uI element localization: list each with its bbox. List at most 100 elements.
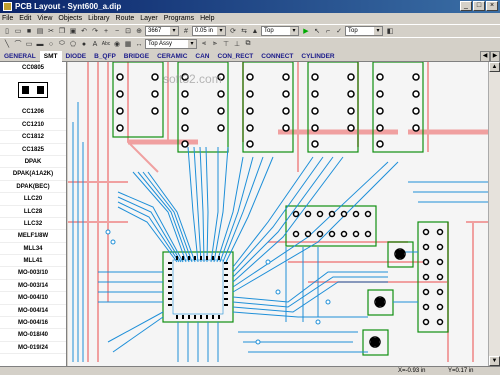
window-title: PCB Layout - Synt600_a.dip [15,2,122,11]
tab-cylinder[interactable]: CYLINDER [297,51,338,62]
align-right-icon[interactable]: ⫸ [210,39,220,49]
fill-icon[interactable]: ▦ [123,39,133,49]
menu-route[interactable]: Route [116,15,135,22]
menu-view[interactable]: View [37,15,52,22]
package-item[interactable]: MO-004/10 [0,292,66,305]
package-item[interactable]: DPAK(A1A2K) [0,168,66,181]
zoom-area-icon[interactable]: ⊕ [134,26,144,36]
align-left-icon[interactable]: ⫷ [199,39,209,49]
undo-icon[interactable]: ↶ [79,26,89,36]
grid-combo[interactable]: 0.05 in [192,26,226,36]
line-icon[interactable]: ╲ [2,39,12,49]
tab-general[interactable]: GENERAL [0,51,40,62]
package-item[interactable]: DPAK [0,156,66,169]
menu-library[interactable]: Library [88,15,109,22]
zoom-fit-icon[interactable]: ⊡ [123,26,133,36]
assy-combo[interactable]: Top Assy [145,39,197,49]
package-item[interactable]: MO-018/40 [0,329,66,342]
pointer-icon[interactable]: ↖ [312,26,322,36]
menu-layer[interactable]: Layer [140,15,158,22]
scroll-up-icon[interactable]: ▲ [489,62,500,72]
circle-icon[interactable]: ○ [46,39,56,49]
maximize-button[interactable]: □ [473,1,485,11]
group-icon[interactable]: ⧉ [243,39,253,49]
route-icon[interactable]: ⌐ [323,26,333,36]
pcb-drawing: soft32.com [68,62,488,362]
package-list: CC0805 CC1206 CC1210 CC1812 CC1825 DPAK … [0,62,67,366]
close-button[interactable]: × [486,1,498,11]
menu-help[interactable]: Help [200,15,214,22]
package-item[interactable]: CC1210 [0,119,66,132]
menu-objects[interactable]: Objects [58,15,82,22]
arc-icon[interactable]: ⌒ [13,39,23,49]
tab-ceramic[interactable]: CERAMIC [153,51,191,62]
package-item[interactable]: MO-003/14 [0,280,66,293]
open-icon[interactable]: ▭ [13,26,23,36]
select-icon[interactable]: ▲ [250,26,260,36]
print-icon[interactable]: ▤ [35,26,45,36]
package-item[interactable]: CC1825 [0,144,66,156]
tab-scroll-left-icon[interactable]: ◀ [480,51,490,62]
drc-icon[interactable]: ✓ [334,26,344,36]
rect-icon[interactable]: ▭ [24,39,34,49]
new-icon[interactable]: ▯ [2,26,12,36]
redo-icon[interactable]: ↷ [90,26,100,36]
grid-icon[interactable]: # [181,26,191,36]
tab-diode[interactable]: DIODE [62,51,91,62]
color-icon[interactable]: ◧ [385,26,395,36]
package-item[interactable]: MO-019/24 [0,342,66,355]
text-abc-icon[interactable]: Abc [101,39,111,49]
layer2-combo[interactable]: Top [345,26,383,36]
package-item[interactable]: MELF1/8W [0,230,66,243]
polygon-icon[interactable]: ⬠ [68,39,78,49]
rotate-icon[interactable]: ⟳ [228,26,238,36]
dimension-icon[interactable]: ↔ [134,39,144,49]
status-y-coordinate: Y=0.17 in [448,368,474,374]
tab-bridge[interactable]: BRIDGE [120,51,153,62]
minimize-button[interactable]: _ [460,1,472,11]
menu-edit[interactable]: Edit [19,15,31,22]
pcb-canvas[interactable]: soft32.com [68,62,488,366]
package-item[interactable]: CC1812 [0,131,66,144]
package-item[interactable]: LLC28 [0,206,66,218]
paste-icon[interactable]: ▣ [68,26,78,36]
package-item[interactable]: LLC32 [0,218,66,231]
status-x-coordinate: X=-0.93 in [398,368,426,374]
copy-icon[interactable]: ❐ [57,26,67,36]
package-item[interactable]: MO-003/10 [0,267,66,280]
package-item[interactable]: MLL34 [0,243,66,256]
layer-combo[interactable]: Top [261,26,299,36]
package-item[interactable]: MO-004/16 [0,317,66,330]
save-icon[interactable]: ■ [24,26,34,36]
vertical-scrollbar[interactable]: ▲ ▼ [488,62,500,366]
zoom-out-icon[interactable]: − [112,26,122,36]
run-icon[interactable]: ▶ [301,26,311,36]
flip-icon[interactable]: ⇆ [239,26,249,36]
pad-icon[interactable]: ● [79,39,89,49]
package-item[interactable]: DPAK(BEC) [0,181,66,194]
align-top-icon[interactable]: ⊤ [221,39,231,49]
package-item[interactable]: MLL41 [0,255,66,268]
tab-con-rect[interactable]: CON_RECT [214,51,258,62]
tab-b-qfp[interactable]: B_QFP [90,51,120,62]
package-item[interactable]: CC1206 [0,106,66,119]
tab-can[interactable]: CAN [191,51,213,62]
package-item-cc0805[interactable]: CC0805 [0,62,66,75]
via-icon[interactable]: ◉ [112,39,122,49]
text-icon[interactable]: A [90,39,100,49]
tab-smt[interactable]: SMT [39,50,62,62]
ellipse-icon[interactable]: ⬭ [57,39,67,49]
tab-connect[interactable]: CONNECT [257,51,297,62]
cut-icon[interactable]: ✂ [46,26,56,36]
zoom-combo[interactable]: 3667 [145,26,179,36]
package-preview [0,74,66,106]
package-item[interactable]: MO-004/14 [0,305,66,318]
scroll-down-icon[interactable]: ▼ [489,356,500,366]
tab-scroll-right-icon[interactable]: ▶ [490,51,500,62]
rect-filled-icon[interactable]: ▬ [35,39,45,49]
zoom-in-icon[interactable]: + [101,26,111,36]
menu-file[interactable]: File [2,15,13,22]
menu-programs[interactable]: Programs [164,15,194,22]
align-bottom-icon[interactable]: ⊥ [232,39,242,49]
package-item[interactable]: LLC20 [0,193,66,206]
